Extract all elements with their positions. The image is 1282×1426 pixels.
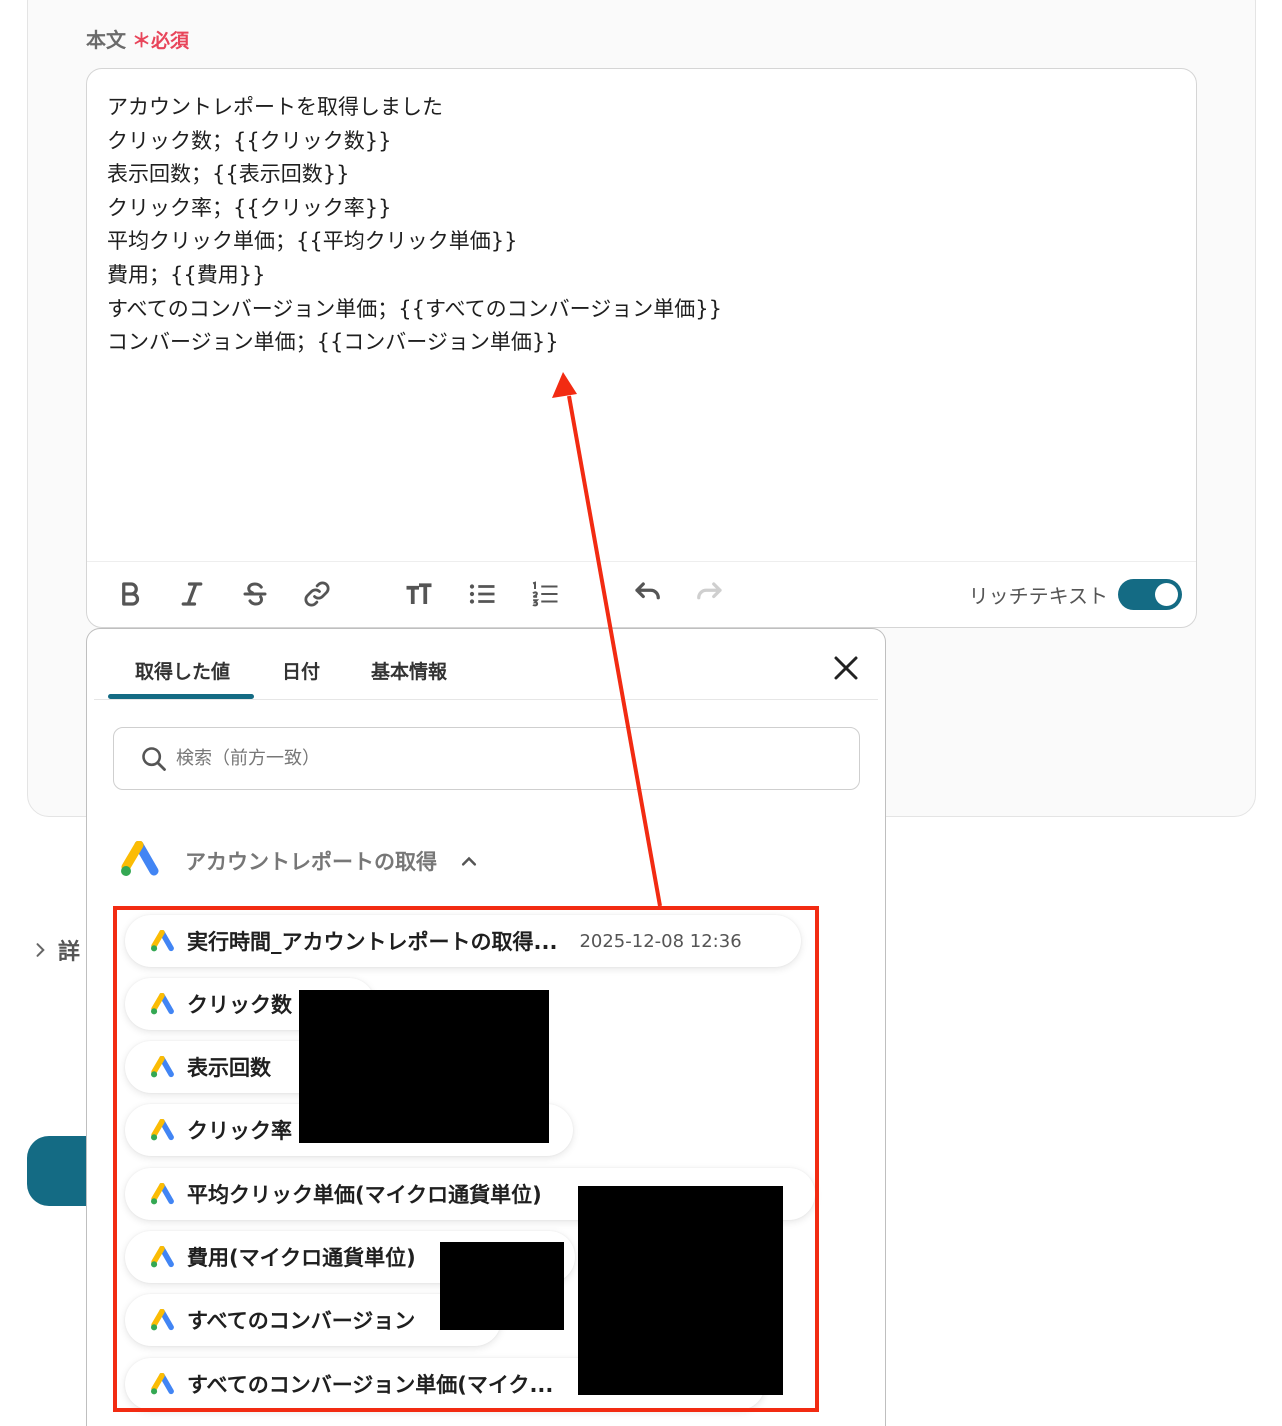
tab-basic-info[interactable]: 基本情報	[371, 657, 447, 684]
italic-icon	[181, 582, 203, 606]
chevron-up-icon	[461, 856, 477, 866]
strikethrough-icon	[243, 582, 267, 606]
link-icon	[304, 581, 330, 607]
tab-retrieved-values[interactable]: 取得した値	[135, 657, 230, 684]
annotation-highlight-box	[113, 906, 819, 1412]
bold-icon	[122, 582, 140, 606]
text-size-button[interactable]	[400, 575, 438, 613]
required-mark: ＊	[132, 30, 152, 52]
undo-icon	[635, 582, 660, 600]
search-input[interactable]	[176, 728, 826, 789]
link-button[interactable]	[298, 575, 336, 613]
popup-tabs: 取得した値 日付 基本情報	[94, 629, 878, 700]
google-ads-icon	[119, 840, 159, 881]
tab-date[interactable]: 日付	[282, 657, 320, 684]
rich-text-editor: アカウントレポートを取得しました クリック数；{{クリック数}} 表示回数；{{…	[86, 68, 1197, 628]
text-size-icon	[406, 583, 432, 604]
search-icon	[142, 747, 166, 771]
group-header[interactable]: アカウントレポートの取得	[119, 840, 479, 881]
italic-button[interactable]	[173, 575, 211, 613]
details-toggle[interactable]: 詳	[30, 934, 80, 966]
editor-toolbar: リッチテキスト	[87, 561, 1196, 627]
undo-button[interactable]	[628, 575, 666, 613]
rich-text-label: リッチテキスト	[968, 584, 1108, 608]
close-icon[interactable]	[831, 653, 861, 683]
bullet-list-button[interactable]	[463, 575, 501, 613]
redo-icon	[697, 582, 722, 600]
bold-button[interactable]	[111, 575, 149, 613]
search-box	[113, 727, 860, 790]
field-label-text: 本文	[86, 28, 126, 52]
field-label: 本文 ＊必須	[86, 24, 189, 53]
numbered-list-button[interactable]	[526, 575, 564, 613]
required-badge: ＊必須	[132, 30, 189, 52]
rich-text-toggle[interactable]	[1118, 579, 1182, 610]
numbered-list-icon	[532, 581, 558, 607]
required-text: 必須	[151, 30, 190, 52]
chevron-right-icon	[36, 943, 45, 957]
redo-button[interactable]	[691, 575, 729, 613]
active-tab-indicator	[108, 694, 254, 699]
details-label: 詳	[58, 940, 81, 965]
group-title: アカウントレポートの取得	[185, 850, 437, 874]
bullet-list-icon	[469, 584, 495, 604]
strikethrough-button[interactable]	[236, 575, 274, 613]
message-body-input[interactable]: アカウントレポートを取得しました クリック数；{{クリック数}} 表示回数；{{…	[107, 91, 1176, 360]
